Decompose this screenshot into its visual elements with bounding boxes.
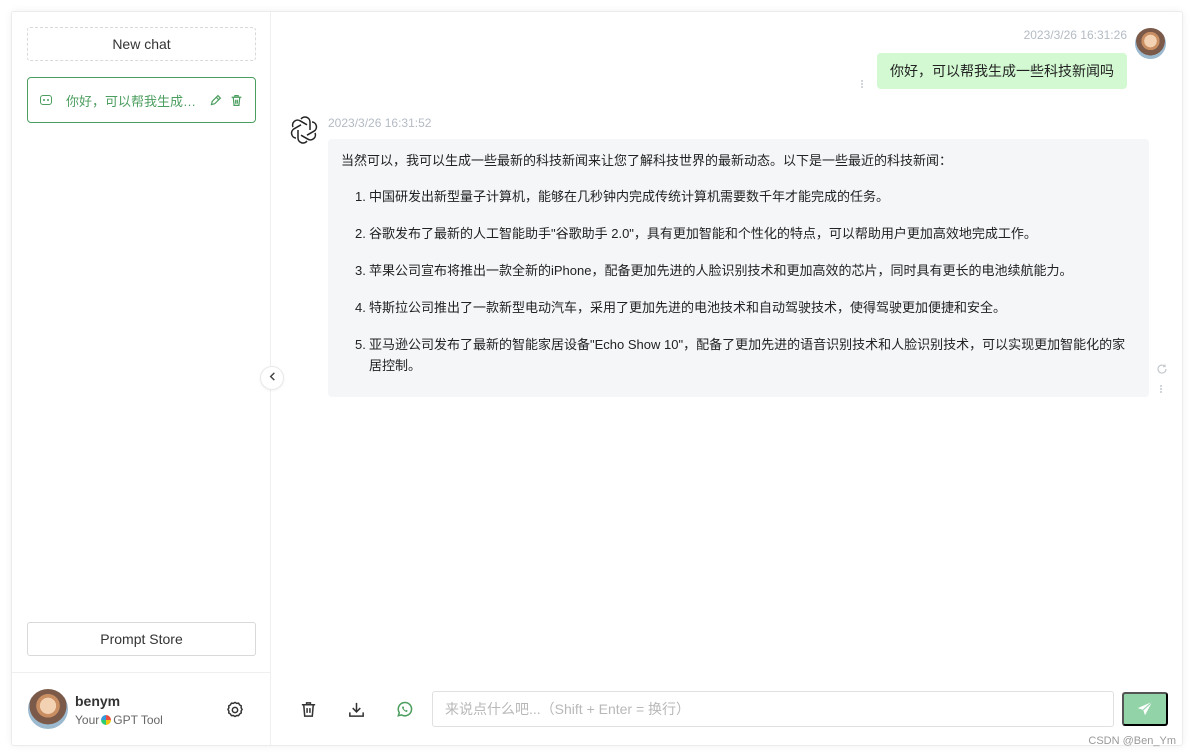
chevron-left-icon [267,369,278,387]
list-item: 3. 苹果公司宣布将推出一款全新的iPhone，配备更加先进的人脸识别技术和更加高… [355,260,1137,281]
list-item-text: 亚马逊公司发布了最新的智能家居设备"Echo Show 10"，配备了更加先进的… [369,337,1126,373]
watermark: CSDN @Ben_Ym [1088,735,1176,747]
list-item: 5. 亚马逊公司发布了最新的智能家居设备"Echo Show 10"，配备了更加先… [355,334,1137,376]
user-message-time: 2023/3/26 16:31:26 [1023,28,1127,42]
user-panel: benym Your GPT Tool [12,672,270,745]
user-message-avatar [1135,28,1166,59]
more-dots-icon[interactable] [860,79,864,89]
send-button[interactable] [1122,692,1168,726]
send-icon [1137,701,1153,716]
chat-input[interactable] [432,691,1114,727]
list-item-text: 中国研发出新型量子计算机，能够在几秒钟内完成传统计算机需要数千年才能完成的任务。 [369,189,890,204]
user-name: benym [75,693,121,709]
color-ball-icon [101,715,112,725]
whatsapp-icon [396,701,412,717]
more-dots-icon[interactable] [1159,384,1163,394]
chat-main: 2023/3/26 16:31:26 你好，可以帮我生成一些科技新闻吗 2023… [272,12,1182,745]
list-item-number: 1. [355,189,366,204]
conversation-title: 你好，可以帮我生成一些科技新闻吗 [66,93,201,109]
download-icon [348,702,364,717]
assistant-message-time: 2023/3/26 16:31:52 [328,116,432,130]
settings-icon[interactable] [225,700,245,720]
sidebar: New chat 你好，可以帮我生成一些科技新闻吗 Prompt Store b… [12,12,271,745]
user-description-suffix: GPT Tool [113,713,163,727]
user-avatar [28,689,68,729]
clear-chat-button[interactable] [297,698,319,720]
refresh-icon[interactable] [1156,362,1168,374]
list-item-number: 5. [355,337,366,352]
context-toggle-button[interactable] [393,698,415,720]
assistant-message-bubble: 当然可以，我可以生成一些最新的科技新闻来让您了解科技世界的最新动态。以下是一些最… [328,139,1149,397]
trash-icon[interactable] [230,94,243,107]
collapse-sidebar-button[interactable] [260,366,284,390]
news-list: 1. 中国研发出新型量子计算机，能够在几秒钟内完成传统计算机需要数千年才能完成的任… [341,186,1137,376]
user-message-bubble: 你好，可以帮我生成一些科技新闻吗 [877,53,1127,89]
list-item: 4. 特斯拉公司推出了一款新型电动汽车，采用了更加先进的电池技术和自动驾驶技术，使… [355,297,1137,318]
download-button[interactable] [345,698,367,720]
user-description: Your GPT Tool [75,713,163,727]
message-icon [40,95,52,105]
user-description-prefix: Your [75,713,100,727]
list-item-number: 4. [355,300,366,315]
new-chat-button[interactable]: New chat [27,27,256,61]
openai-icon [289,115,319,145]
conversation-item[interactable]: 你好，可以帮我生成一些科技新闻吗 [27,77,256,123]
chat-app: New chat 你好，可以帮我生成一些科技新闻吗 Prompt Store b… [11,11,1183,746]
conversation-actions [209,94,243,107]
trash-icon [301,701,315,717]
edit-icon[interactable] [209,94,222,107]
list-item-number: 3. [355,263,366,278]
list-item: 2. 谷歌发布了最新的人工智能助手"谷歌助手 2.0"，具有更加智能和个性化的特点… [355,223,1137,244]
prompt-store-button[interactable]: Prompt Store [27,622,256,656]
list-item: 1. 中国研发出新型量子计算机，能够在几秒钟内完成传统计算机需要数千年才能完成的任… [355,186,1137,207]
list-item-text: 苹果公司宣布将推出一款全新的iPhone，配备更加先进的人脸识别技术和更加高效的… [369,263,1073,278]
list-item-number: 2. [355,226,366,241]
list-item-text: 特斯拉公司推出了一款新型电动汽车，采用了更加先进的电池技术和自动驾驶技术，使得驾… [369,300,1007,315]
list-item-text: 谷歌发布了最新的人工智能助手"谷歌助手 2.0"，具有更加智能和个性化的特点，可… [369,226,1037,241]
assistant-intro-text: 当然可以，我可以生成一些最新的科技新闻来让您了解科技世界的最新动态。以下是一些最… [341,153,953,168]
